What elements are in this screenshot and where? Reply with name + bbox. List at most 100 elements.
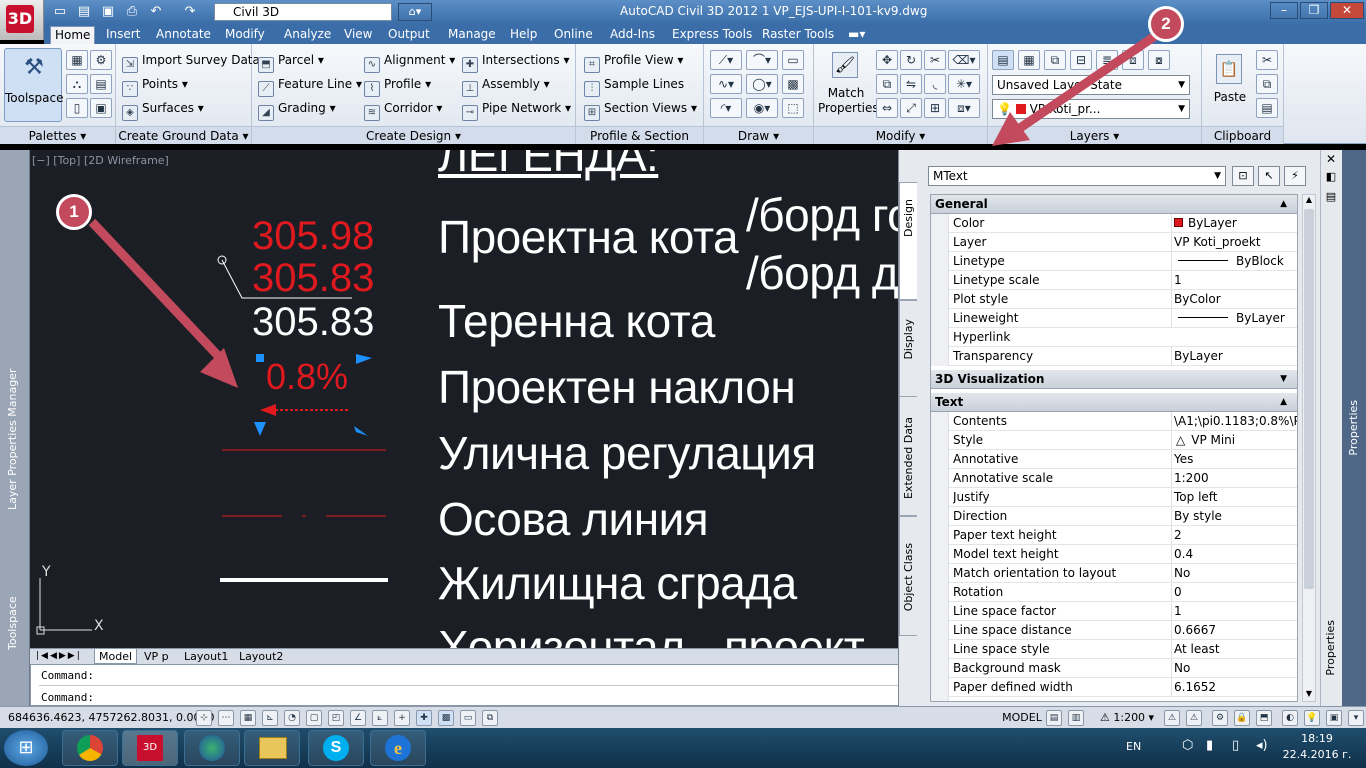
language-indicator[interactable]: EN	[1126, 740, 1141, 753]
open-icon[interactable]: ▤	[74, 3, 94, 21]
tab-annotate[interactable]: Annotate	[152, 26, 215, 44]
pipe-network-button[interactable]: ⊸ Pipe Network ▾	[462, 98, 571, 121]
quick-select-icon[interactable]: ⚡	[1284, 166, 1306, 186]
palettes-panel-label[interactable]: Palettes ▾	[0, 126, 115, 144]
toolspace-button[interactable]: ⚒ Toolspace	[4, 48, 64, 122]
layer-filter-icon[interactable]: ⊟	[1070, 50, 1092, 70]
application-menu-button[interactable]: 3D	[0, 0, 44, 40]
drawing-viewport[interactable]: [−] [Top] [2D Wireframe] ЛЕГЕНДА: Проект…	[30, 150, 898, 648]
mirror-icon[interactable]: ⇋	[900, 74, 922, 94]
model-space-toggle[interactable]: MODEL	[1002, 710, 1042, 726]
scroll-down-icon[interactable]: ▼	[1304, 689, 1314, 698]
taskbar-skype[interactable]: S	[308, 730, 364, 766]
object-type-select[interactable]: MText ▼	[928, 166, 1226, 186]
assembly-button[interactable]: ⊥ Assembly ▾	[462, 74, 550, 97]
rectangle-icon[interactable]: ▭	[782, 50, 804, 70]
taskbar-globe[interactable]	[184, 730, 240, 766]
copy-icon[interactable]: ⧉	[876, 74, 898, 94]
prop-row[interactable]: Paper defined width 6.1652	[949, 678, 1297, 697]
layer-select[interactable]: 💡 VP Koti_pr... ▼	[992, 99, 1190, 119]
hatch-icon[interactable]: ▩	[782, 74, 804, 94]
paste-special-icon[interactable]: ▤	[1256, 98, 1278, 118]
clock-time[interactable]: 18:19	[1282, 732, 1352, 745]
tab-raster-tools[interactable]: Raster Tools	[758, 26, 838, 44]
parcel-button[interactable]: ⬒ Parcel ▾	[258, 50, 324, 73]
tab-add-ins[interactable]: Add-Ins	[606, 26, 659, 44]
move-icon[interactable]: ✥	[876, 50, 898, 70]
prop-row[interactable]: Direction By style	[949, 507, 1297, 526]
surfaces-button[interactable]: ◈ Surfaces ▾	[122, 98, 204, 121]
prop-row[interactable]: Line space style At least	[949, 640, 1297, 659]
match-properties-button[interactable]: 🖌 Match Properties	[818, 48, 879, 122]
hardware-acceleration-icon[interactable]: ⬒	[1256, 710, 1272, 726]
undo-icon[interactable]: ↶	[146, 3, 166, 21]
ribbon-options-icon[interactable]: ▬▾	[844, 26, 869, 44]
command-line[interactable]: Command: Command:	[30, 664, 914, 706]
scroll-thumb[interactable]	[1304, 209, 1314, 589]
layer-walk-icon[interactable]: ⧉	[1044, 50, 1066, 70]
close-icon[interactable]: ✕	[1330, 2, 1364, 19]
toggle-pickadd-icon[interactable]: ⊡	[1232, 166, 1254, 186]
category-text[interactable]: Text ▲	[931, 393, 1297, 412]
tab-model[interactable]: Model	[94, 649, 138, 664]
grid-icon[interactable]: ▦	[240, 710, 256, 726]
explode-icon[interactable]: ✳▾	[948, 74, 980, 94]
alignment-button[interactable]: ∿ Alignment ▾	[364, 50, 455, 73]
coordinates-readout[interactable]: 684636.4623, 4757262.8031, 0.0000	[8, 711, 214, 724]
prop-row[interactable]: Linetype scale 1	[949, 271, 1297, 290]
network-icon[interactable]: ▮	[1206, 738, 1213, 753]
region-icon[interactable]: ⬚	[782, 98, 804, 118]
clean-screen-icon[interactable]: ▣	[1326, 710, 1342, 726]
auto-scale-icon[interactable]: ⚠	[1186, 710, 1202, 726]
prop-row[interactable]: Rotation 0	[949, 583, 1297, 602]
command-prompt[interactable]: Command:	[41, 691, 94, 704]
annotation-scale[interactable]: ⚠ 1:200 ▾	[1100, 710, 1162, 726]
prop-row[interactable]: Hyperlink	[949, 328, 1297, 347]
clipboard-panel-label[interactable]: Clipboard	[1202, 126, 1283, 144]
prop-row[interactable]: Match orientation to layout No	[949, 564, 1297, 583]
properties-collapsed-tab[interactable]: Properties	[1347, 400, 1360, 456]
toolspace-tab[interactable]: Toolspace	[6, 530, 19, 650]
view-icon[interactable]: ◉▾	[746, 98, 778, 118]
taskbar-explorer[interactable]	[244, 730, 300, 766]
grading-button[interactable]: ◢ Grading ▾	[258, 98, 336, 121]
fillet-icon[interactable]: ◟	[924, 74, 946, 94]
layer-properties-manager-tab[interactable]: Layer Properties Manager	[6, 190, 19, 510]
prospector-icon[interactable]: ▦	[66, 50, 88, 70]
battery-icon[interactable]: ▯	[1232, 738, 1239, 753]
status-bar-lightbulb-icon[interactable]: 💡	[1304, 710, 1320, 726]
prop-row[interactable]: Background mask No	[949, 659, 1297, 678]
layer-unisolate-icon[interactable]: ⧇	[1148, 50, 1170, 70]
modify-panel-label[interactable]: Modify ▾	[814, 126, 987, 144]
tab-design[interactable]: Design	[899, 182, 917, 300]
array-icon[interactable]: ⊞	[924, 98, 946, 118]
spline-icon[interactable]: ∿▾	[710, 74, 742, 94]
tab-analyze[interactable]: Analyze	[280, 26, 335, 44]
prop-row[interactable]: Layer VP Koti_proekt	[949, 233, 1297, 252]
prop-row[interactable]: Annotative Yes	[949, 450, 1297, 469]
dropbox-icon[interactable]: ⬡	[1182, 738, 1193, 753]
tab-object-class[interactable]: Object Class	[899, 516, 917, 636]
isolate-objects-icon[interactable]: ◐	[1282, 710, 1298, 726]
profile-view-button[interactable]: ⌗ Profile View ▾	[584, 50, 683, 73]
properties-palette-icon[interactable]: ▣	[90, 98, 112, 118]
layer-match-icon[interactable]: ≣	[1096, 50, 1118, 70]
palette-close-icon[interactable]: ✕	[1324, 152, 1338, 166]
prop-row[interactable]: Style △ VP Mini	[949, 431, 1297, 450]
erase-icon[interactable]: ⌫▾	[948, 50, 980, 70]
polyline-icon[interactable]: ⌒▾	[746, 50, 778, 70]
prop-row[interactable]: Model text height 0.4	[949, 545, 1297, 564]
layout-nav-arrows[interactable]: |◀◀▶▶|	[32, 649, 92, 664]
prop-row[interactable]: Color ByLayer	[949, 214, 1297, 233]
prop-row[interactable]: Paper text height 2	[949, 526, 1297, 545]
lock-ui-icon[interactable]: 🔒	[1234, 710, 1250, 726]
taskbar-ie[interactable]: e	[370, 730, 426, 766]
tab-extended-data[interactable]: Extended Data	[899, 396, 917, 516]
layer-state-icon[interactable]: ▦	[1018, 50, 1040, 70]
dyn-icon[interactable]: +	[394, 710, 410, 726]
tab-vp-p[interactable]: VP p	[140, 649, 173, 664]
survey-icon[interactable]: ⛬	[66, 74, 88, 94]
taskbar-chrome[interactable]	[62, 730, 118, 766]
tab-modify[interactable]: Modify	[221, 26, 269, 44]
tab-express-tools[interactable]: Express Tools	[668, 26, 756, 44]
